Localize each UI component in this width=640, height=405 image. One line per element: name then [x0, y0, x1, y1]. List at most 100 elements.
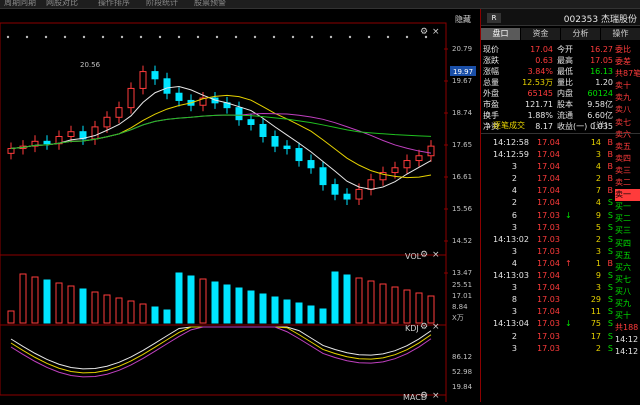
dot-marker	[120, 35, 124, 39]
side-label: 买二	[615, 214, 631, 224]
tick-v: 2	[595, 343, 601, 353]
tick-row: 3 17.04 4 B	[481, 161, 617, 173]
vol-close-icon[interactable]: ×	[432, 250, 440, 260]
side-label: 14:12	[615, 335, 639, 345]
tick-p: 17.04	[537, 307, 560, 317]
volume-bar	[199, 278, 207, 324]
tick-time: 2	[511, 174, 517, 184]
candle-body	[127, 87, 135, 109]
tick-p: 17.03	[537, 210, 560, 220]
tab-funds[interactable]: 资金	[521, 28, 560, 40]
chart-area[interactable]: 20.79 19.67 18.74 17.65 16.61 15.56 14.52 13.47…	[0, 9, 480, 402]
macd-gear-icon[interactable]: ⚙	[420, 391, 428, 401]
vol-axis-label: X万	[452, 314, 464, 322]
kdj-axis-label: 52.98	[452, 368, 472, 376]
quote-value: 60124	[587, 89, 613, 98]
volume-bar	[103, 294, 111, 324]
close-icon[interactable]: ×	[432, 27, 440, 37]
tick-s: S	[607, 210, 613, 220]
volume-bar	[211, 281, 219, 324]
menu-item-period[interactable]: 周期同期	[4, 0, 36, 8]
side-label: 卖九	[615, 93, 631, 103]
side-label: 卖一	[615, 189, 640, 202]
candle-body	[43, 140, 51, 145]
tick-time: 3	[511, 162, 517, 172]
tick-s: S	[607, 295, 613, 305]
volume-bar	[307, 305, 315, 324]
tick-v: 4	[595, 198, 601, 208]
quote-label: 量比	[557, 78, 573, 87]
dot-marker	[234, 35, 238, 39]
quote-label: 涨幅	[483, 67, 499, 76]
macd-close-icon[interactable]: ×	[432, 391, 440, 401]
tab-orderbook[interactable]: 盘口	[481, 28, 520, 40]
kline-chart[interactable]: 20.79 19.67 18.74 17.65 16.61 15.56 14.52 13.47…	[0, 9, 480, 402]
menu-item-sort[interactable]: 操作排序	[98, 0, 130, 8]
tick-v: 9	[595, 271, 601, 281]
dot-marker	[405, 35, 409, 39]
tick-v: 11	[590, 307, 601, 317]
stock-code: 002353	[563, 15, 599, 25]
side-label: 买九	[615, 298, 631, 308]
hide-label[interactable]: 隐藏	[455, 14, 471, 25]
vol-gear-icon[interactable]: ⚙	[420, 250, 428, 260]
tick-row: 8 17.03 29 S	[481, 294, 617, 306]
tick-p: 17.04	[537, 174, 560, 184]
quote-value: 65145	[527, 89, 553, 98]
tick-time: 8	[511, 295, 517, 305]
tick-time: 4	[511, 186, 517, 196]
volume-bar	[295, 302, 303, 324]
side-label: 卖五	[615, 141, 631, 151]
tick-time: 3	[511, 246, 517, 256]
tick-row: 3 17.03 2 S	[481, 343, 617, 355]
tick-p: 17.04	[537, 186, 560, 196]
tick-s: S	[607, 307, 613, 317]
tick-s: S	[607, 222, 613, 232]
tick-s: B	[607, 150, 614, 160]
volume-bar	[79, 288, 87, 324]
tick-p: 17.04	[537, 150, 560, 160]
tick-a: ↑	[565, 258, 572, 268]
tick-v: 7	[595, 186, 601, 196]
volume-bar	[55, 282, 63, 324]
tick-row: 3 17.04 3 S	[481, 282, 617, 294]
tab-analysis[interactable]: 分析	[561, 28, 600, 40]
tick-row: 6 17.03 ↓ 9 S	[481, 210, 617, 222]
menu-item-stats[interactable]: 阶段统计	[146, 0, 178, 8]
tick-time: 14:12:58	[493, 138, 529, 147]
volume-bar	[187, 275, 195, 324]
tick-v: 1	[595, 258, 601, 268]
tick-list[interactable]: 14:12:58 17.04 14 B 14:12:59 17.04 3 B 3 17.04 4 B 2…	[481, 137, 617, 355]
quote-tabs: 盘口 资金 分析 操作	[481, 28, 640, 40]
tick-s: S	[607, 319, 613, 329]
ticks-detail-link[interactable]: [详]	[593, 120, 607, 131]
gear-icon[interactable]: ⚙	[420, 27, 428, 37]
tick-s: B	[607, 162, 614, 172]
candle-body	[427, 145, 435, 157]
quote-label: 最高	[557, 56, 573, 65]
tick-time: 2	[511, 331, 517, 341]
side-label: 买十	[615, 311, 631, 321]
tick-row: 2 17.04 2 B	[481, 173, 617, 185]
kdj-gear-icon[interactable]: ⚙	[420, 322, 428, 332]
tick-v: 14	[590, 138, 601, 147]
volume-bar	[319, 308, 327, 324]
tick-p: 17.03	[537, 343, 560, 353]
tab-operation[interactable]: 操作	[601, 28, 640, 40]
price-axis-label: 17.65	[452, 141, 472, 149]
dot-marker	[44, 35, 48, 39]
volume-bar	[163, 309, 171, 324]
volume-bar	[139, 303, 147, 324]
tick-a: ↓	[565, 319, 572, 329]
menu-item-compare[interactable]: 网股对比	[46, 0, 78, 8]
quote-value: 16.13	[590, 67, 613, 76]
tick-p: 17.04	[537, 198, 560, 208]
tick-p: 17.03	[537, 234, 560, 244]
price-axis-label: 14.52	[452, 237, 472, 245]
quote-label: 最低	[557, 67, 573, 76]
dot-marker	[386, 35, 390, 39]
kdj-close-icon[interactable]: ×	[432, 322, 440, 332]
tick-p: 17.04	[537, 138, 560, 147]
volume-bar	[331, 271, 339, 324]
menu-item-alert[interactable]: 股票预警	[194, 0, 226, 8]
